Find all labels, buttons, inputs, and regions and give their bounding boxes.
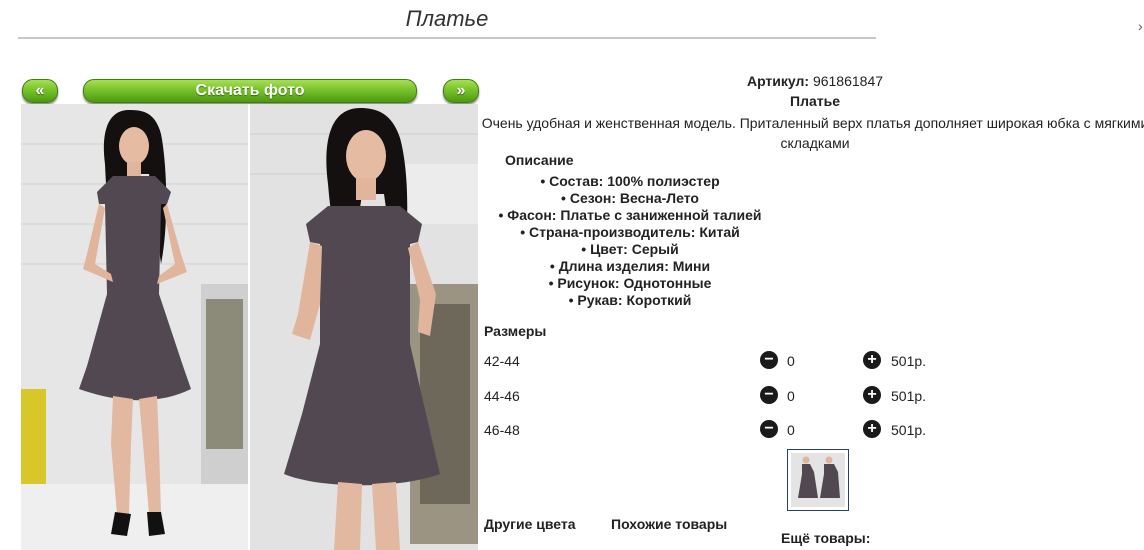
download-photo-button[interactable]: Скачать фото [83,79,417,103]
size-label: 42-44 [484,353,520,369]
quantity-value: 0 [787,388,795,404]
close-icon[interactable]: › [1138,18,1143,34]
other-colors-label[interactable]: Другие цвета [484,516,576,532]
product-photo-front[interactable] [21,104,248,550]
size-row: 42-44 − 0 + 501р. [484,351,984,373]
product-description: Очень удобная и женственная модель. Прит… [481,115,1144,151]
spec-item: Цвет: Серый [480,241,780,258]
spec-item: Фасон: Платье с заниженной талией [480,207,780,224]
quantity-value: 0 [787,353,795,369]
spec-list: Состав: 100% полиэстер Сезон: Весна-Лето… [480,173,780,309]
size-row: 44-46 − 0 + 501р. [484,386,984,408]
similar-products-label[interactable]: Похожие товары [611,516,727,532]
plus-icon[interactable]: + [863,420,881,438]
sku-line: Артикул: 961861847 [480,73,1144,89]
spec-item: Страна-производитель: Китай [480,224,780,241]
minus-icon[interactable]: − [760,386,778,404]
spec-item: Длина изделия: Мини [480,258,780,275]
plus-icon[interactable]: + [863,351,881,369]
sizes-label: Размеры [484,323,547,339]
more-products-label: Ещё товары: [781,530,871,546]
spec-item: Сезон: Весна-Лето [480,190,780,207]
sku-label: Артикул: [746,73,810,89]
spec-item: Рисунок: Однотонные [480,275,780,292]
spec-item: Состав: 100% полиэстер [480,173,780,190]
price-value: 501р. [891,353,927,369]
size-label: 46-48 [484,422,520,438]
quantity-value: 0 [787,422,795,438]
title-divider [18,37,876,39]
sku-value: 961861847 [812,73,884,89]
plus-icon[interactable]: + [863,386,881,404]
prev-photo-button[interactable]: « [22,79,58,103]
product-name: Платье [790,93,840,109]
spec-item: Рукав: Короткий [480,292,780,309]
product-photo-closeup[interactable] [250,104,478,550]
price-value: 501р. [891,388,927,404]
size-row: 46-48 − 0 + 501р. [484,420,984,442]
minus-icon[interactable]: − [760,351,778,369]
size-label: 44-46 [484,388,520,404]
minus-icon[interactable]: − [760,420,778,438]
price-value: 501р. [891,422,927,438]
photo-thumbnail[interactable] [787,449,849,511]
page-title: Платье [405,6,489,31]
description-label: Описание [505,152,574,168]
next-photo-button[interactable]: » [443,79,479,103]
